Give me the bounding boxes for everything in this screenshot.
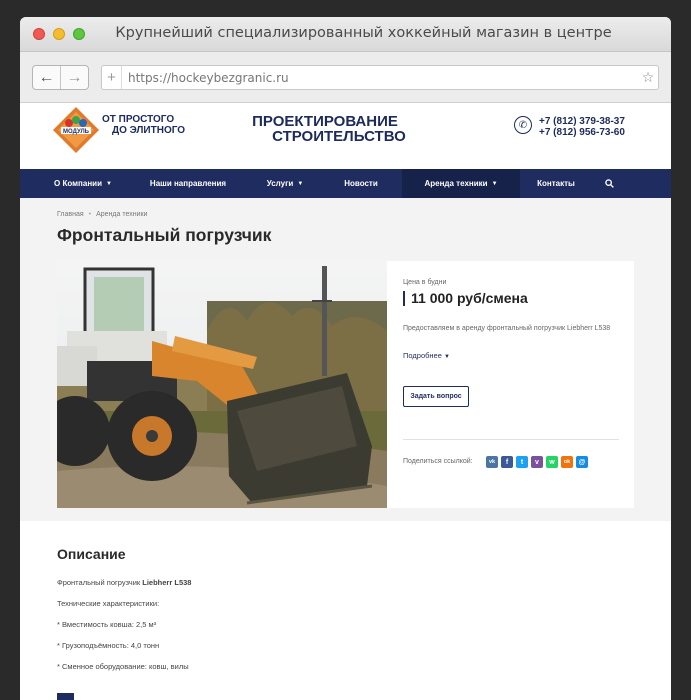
share-buttons: vk f t v w ok @ xyxy=(486,456,588,468)
nav-item-contacts[interactable]: Контакты xyxy=(520,169,592,198)
breadcrumb-separator: • xyxy=(88,211,92,218)
nav-item-services[interactable]: Услуги ▼ xyxy=(250,169,320,198)
model-name: Liebherr L538 xyxy=(142,578,192,587)
forward-button[interactable]: → xyxy=(61,66,88,89)
nav-item-label: Новости xyxy=(344,179,378,188)
ask-question-button[interactable]: Задать вопрос xyxy=(403,386,469,407)
product-card: Цена в будни 11 000 руб/смена Предоставл… xyxy=(57,261,634,508)
slogan-line1: ПРОЕКТИРОВАНИЕ xyxy=(252,113,398,130)
url-text[interactable]: https://hockeybezgranic.ru xyxy=(122,71,638,85)
main-navigation: О Компании ▼ Наши направления Услуги ▼ Нов… xyxy=(20,169,671,198)
phone-numbers: +7 (812) 379-38-37 +7 (812) 956-73-60 xyxy=(539,116,625,138)
slogan-line2: СТРОИТЕЛЬСТВО xyxy=(272,128,406,145)
vk-icon[interactable]: vk xyxy=(486,456,498,468)
bookmark-star-icon[interactable]: ☆ xyxy=(638,69,658,86)
chevron-down-icon: ▼ xyxy=(491,180,498,187)
logo-tagline: ОТ ПРОСТОГО ДО ЭЛИТНОГО xyxy=(102,114,185,136)
logo-tagline-line2: ДО ЭЛИТНОГО xyxy=(112,125,186,136)
main-content: Главная • Аренда техники Фронтальный погру… xyxy=(20,198,671,521)
site-header: МОДУЛЬ ОТ ПРОСТОГО ДО ЭЛИТНОГО ПРОЕКТИРО… xyxy=(20,103,671,169)
phone-number-2[interactable]: +7 (812) 956-73-60 xyxy=(539,127,625,138)
chevron-down-icon: ▼ xyxy=(106,180,112,187)
description-line-1: Фронтальный погрузчик Liebherr L538 xyxy=(57,578,191,587)
history-buttons: ← → xyxy=(32,65,89,90)
page-title: Фронтальный погрузчик xyxy=(57,225,272,245)
description-title: Описание xyxy=(57,546,126,562)
logo-icon[interactable]: МОДУЛЬ xyxy=(52,106,100,154)
browser-window: Крупнейший специализированный хоккейный … xyxy=(20,17,671,700)
chevron-down-icon: ▼ xyxy=(297,180,304,187)
description-line-4: * Грузоподъёмность: 4,0 тонн xyxy=(57,641,160,650)
price-caption: Цена в будни xyxy=(403,279,447,286)
browser-toolbar: ← → + https://hockeybezgranic.ru ☆ xyxy=(20,52,671,103)
title-bar: Крупнейший специализированный хоккейный … xyxy=(20,17,671,52)
breadcrumb: Главная • Аренда техники xyxy=(57,211,147,218)
phone-number-1[interactable]: +7 (812) 379-38-37 xyxy=(539,116,625,127)
scroll-to-top-button[interactable] xyxy=(57,693,74,700)
search-button[interactable] xyxy=(592,169,626,198)
breadcrumb-current[interactable]: Аренда техники xyxy=(96,211,147,218)
short-description: Предоставляем в аренду фронтальный погру… xyxy=(403,325,611,332)
product-photo[interactable] xyxy=(57,261,387,508)
nav-item-label: Наши направления xyxy=(149,179,227,188)
arrow-right-icon: → xyxy=(66,68,83,86)
plus-icon[interactable]: + xyxy=(102,66,122,89)
odnoklassniki-icon[interactable]: ok xyxy=(561,456,573,468)
breadcrumb-home[interactable]: Главная xyxy=(57,211,84,218)
search-icon xyxy=(604,179,614,188)
svg-text:МОДУЛЬ: МОДУЛЬ xyxy=(63,129,90,135)
logo-tagline-line1: ОТ ПРОСТОГО xyxy=(102,114,175,125)
address-bar[interactable]: + https://hockeybezgranic.ru ☆ xyxy=(101,65,659,90)
moimir-icon[interactable]: @ xyxy=(576,456,588,468)
header-slogan: ПРОЕКТИРОВАНИЕ СТРОИТЕЛЬСТВО xyxy=(240,114,410,144)
window-title: Крупнейший специализированный хоккейный … xyxy=(115,25,612,41)
description-section: Описание Фронтальный погрузчик Liebherr … xyxy=(20,522,671,700)
description-line-5: * Сменное оборудование: ковш, вилы xyxy=(57,662,189,671)
nav-item-directions[interactable]: Наши направления xyxy=(126,169,250,198)
nav-item-label: О Компании xyxy=(54,179,103,188)
viber-icon[interactable]: v xyxy=(531,456,543,468)
more-link-label: Подробнее xyxy=(403,351,442,360)
nav-item-equipment-rental[interactable]: Аренда техники ▼ xyxy=(402,169,520,198)
share-label: Поделиться ссылкой: xyxy=(403,458,473,465)
nav-item-label: Аренда техники xyxy=(424,179,488,188)
description-text: Фронтальный погрузчик xyxy=(57,578,143,587)
more-link[interactable]: Подробнее ▼ xyxy=(403,351,450,360)
chevron-down-icon: ▼ xyxy=(444,354,450,360)
description-line-2: Технические характеристики: xyxy=(57,599,160,608)
divider xyxy=(403,439,619,440)
nav-item-label: Услуги xyxy=(266,179,294,188)
nav-item-label: Контакты xyxy=(537,179,575,188)
whatsapp-icon[interactable]: w xyxy=(546,456,558,468)
facebook-icon[interactable]: f xyxy=(501,456,513,468)
product-info: Цена в будни 11 000 руб/смена Предоставл… xyxy=(387,261,634,508)
twitter-icon[interactable]: t xyxy=(516,456,528,468)
phone-icon: ✆ xyxy=(514,116,532,134)
description-line-3: * Вместимость ковша: 2,5 м³ xyxy=(57,620,157,629)
loader-illustration xyxy=(57,261,387,508)
arrow-left-icon: ← xyxy=(38,68,55,86)
nav-item-news[interactable]: Новости xyxy=(320,169,402,198)
back-button[interactable]: ← xyxy=(33,66,61,89)
price-value: 11 000 руб/смена xyxy=(403,291,528,306)
nav-item-about[interactable]: О Компании ▼ xyxy=(40,169,126,198)
